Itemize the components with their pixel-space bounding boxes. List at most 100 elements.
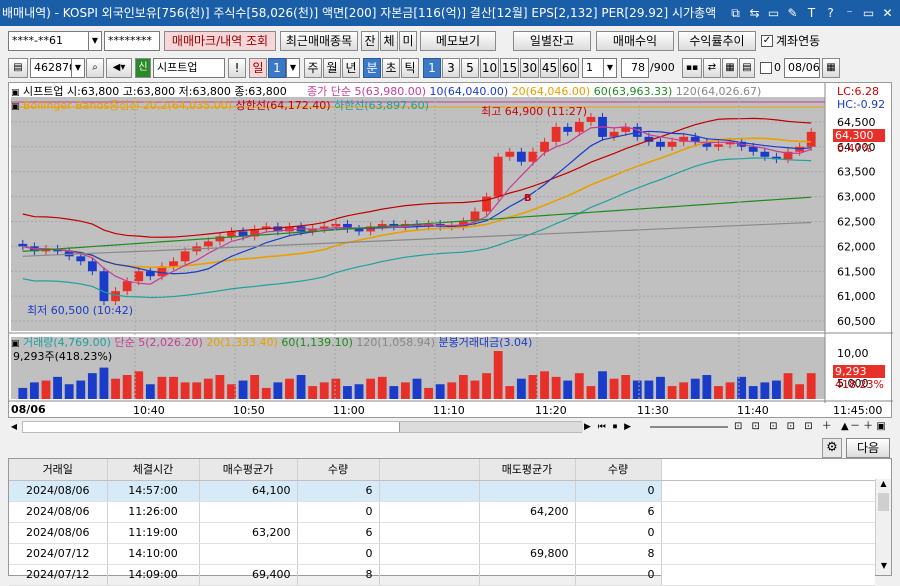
account-link-label: 계좌연동 [776, 34, 821, 48]
chart-settings-icon[interactable]: ▣ [11, 88, 20, 98]
minute-1-button[interactable]: 1 [423, 58, 441, 78]
chart-area[interactable]: 64,500 64,000 63,500 63,000 62,500 62,000 61,5… [8, 82, 893, 419]
minute-45-button[interactable]: 45 [540, 58, 559, 78]
table-cell [379, 543, 480, 565]
memo-button[interactable]: 메모보기 [420, 31, 496, 51]
settings-gear-icon[interactable]: ⚙ [822, 438, 842, 458]
x-tick-label: 11:00 [333, 404, 365, 417]
volume-bar [435, 384, 445, 399]
col-exec-time[interactable]: 체결시간 [107, 459, 200, 481]
col-sell-qty[interactable]: 수량 [575, 459, 662, 481]
candle-body [87, 261, 97, 272]
stock-code-dropdown-icon[interactable]: ▼ [71, 58, 85, 78]
period-month-button[interactable]: 월 [323, 58, 341, 78]
volume-bar [667, 386, 677, 399]
window-minimize-icon[interactable]: ⁻ [841, 0, 858, 26]
grid-scroll-thumb[interactable] [878, 493, 889, 511]
period-second-button[interactable]: 초 [382, 58, 400, 78]
compare-icon[interactable]: ⇄ [703, 58, 721, 78]
account-link-checkbox[interactable]: ✓ [761, 35, 773, 47]
table-row[interactable]: 2024/08/06 14:57:00 64,100 6 0 [9, 480, 875, 502]
col-sell-avg[interactable]: 매도평균가 [479, 459, 576, 481]
period-year-button[interactable]: 년 [342, 58, 360, 78]
ma10-label: 10(64,040.00) [429, 85, 509, 98]
period-tick-button[interactable]: 틱 [401, 58, 419, 78]
date-checkbox[interactable] [760, 62, 772, 74]
period-day-count[interactable]: 1 [268, 58, 286, 78]
scroll-left-icon[interactable]: ◀ [8, 419, 20, 435]
trade-profit-button[interactable]: 매매수익 [596, 31, 674, 51]
zoom-controls[interactable]: ⊡ ⊡ ⊡ ⊡ ⊡ ＋ ▲ [734, 419, 852, 435]
minute-15-button[interactable]: 15 [500, 58, 519, 78]
ma60-label: 60(63,963.33) [593, 85, 673, 98]
col-buy-qty[interactable]: 수량 [297, 459, 380, 481]
period-day-button[interactable]: 일 [249, 58, 267, 78]
zoom-minus-plus[interactable]: － ＋ ▣ [850, 419, 886, 435]
tools-icon[interactable]: ▪▪ [682, 58, 702, 78]
executed-button[interactable]: 체 [380, 31, 398, 51]
unfilled-button[interactable]: 미 [399, 31, 417, 51]
minute-3-button[interactable]: 3 [442, 58, 460, 78]
table-cell-filler [661, 501, 875, 523]
return-trend-button[interactable]: 수익률추이 [678, 31, 756, 51]
window-help-icon[interactable]: ? [822, 0, 839, 26]
next-button[interactable]: 다음 [846, 438, 890, 458]
table-cell: 11:26:00 [107, 501, 200, 523]
account-input[interactable]: ****-**61 [8, 31, 98, 51]
window-close-icon[interactable]: ✕ [879, 0, 896, 26]
table-row[interactable]: 2024/08/06 11:19:00 63,200 6 0 [9, 522, 875, 544]
grid-icon[interactable]: ▤ [739, 58, 755, 78]
save-icon[interactable]: ▦ [722, 58, 738, 78]
calendar-icon[interactable]: ▦ [822, 58, 840, 78]
trade-mark-button[interactable]: 매매마크/내역 조회 [164, 31, 276, 51]
interval-input[interactable]: 1 [582, 58, 604, 78]
grid-scroll-up-icon[interactable]: ▲ [876, 479, 891, 493]
price-chart-svg[interactable]: 64,50064,00063,50063,00062,50062,00061,5… [9, 83, 893, 419]
count-input[interactable]: 78 [621, 58, 649, 78]
minute-10-button[interactable]: 10 [480, 58, 499, 78]
volume-bar [87, 373, 97, 399]
window-font-icon[interactable]: T [803, 0, 820, 26]
chart-settings-icon-2[interactable]: ▣ [11, 102, 20, 112]
chart-scrollbar[interactable] [22, 421, 583, 433]
vol-label: 거래량(4,769.00) [23, 336, 111, 349]
password-input[interactable]: ******** [104, 31, 160, 51]
window-tile-icon[interactable]: ⧉ [727, 0, 744, 26]
period-week-button[interactable]: 주 [304, 58, 322, 78]
table-row[interactable]: 2024/07/12 14:10:00 0 69,800 8 [9, 543, 875, 565]
col-buy-avg[interactable]: 매수평균가 [199, 459, 298, 481]
minute-5-button[interactable]: 5 [461, 58, 479, 78]
speaker-icon[interactable]: ◀▾ [106, 58, 132, 78]
speed-slider[interactable] [650, 426, 728, 428]
alert-icon[interactable]: ! [228, 58, 246, 78]
window-maximize-icon[interactable]: ▭ [860, 0, 877, 26]
col-trade-date[interactable]: 거래일 [9, 459, 108, 481]
account-dropdown-icon[interactable]: ▼ [88, 31, 102, 51]
playback-controls[interactable]: ▶ ⏮ ⏹ ▶ [584, 419, 633, 435]
daily-balance-button[interactable]: 일별잔고 [513, 31, 591, 51]
candle-body [99, 271, 109, 302]
chart-scrollbar-thumb[interactable] [399, 422, 583, 432]
grid-scrollbar[interactable]: ▲ ▼ [875, 479, 891, 575]
stock-name-field: 시프트업 [153, 58, 225, 78]
stock-code-input[interactable]: 462870 [30, 58, 72, 78]
balance-button[interactable]: 잔 [361, 31, 379, 51]
window-pin-icon[interactable]: ✎ [784, 0, 801, 26]
search-icon[interactable]: ⌕ [86, 58, 104, 78]
interval-dropdown-icon[interactable]: ▼ [603, 58, 617, 78]
minute-60-button[interactable]: 60 [560, 58, 579, 78]
window-layout-icon[interactable]: ▭ [765, 0, 782, 26]
period-dropdown-icon[interactable]: ▼ [286, 58, 300, 78]
chart-settings-icon-3[interactable]: ▣ [11, 339, 20, 349]
layout-icon[interactable]: ▤ [8, 58, 28, 78]
period-minute-button[interactable]: 분 [363, 58, 381, 78]
table-cell-filler [661, 480, 875, 502]
window-link-icon[interactable]: ⇆ [746, 0, 763, 26]
candle-body [134, 271, 144, 282]
minute-30-button[interactable]: 30 [520, 58, 539, 78]
table-cell-filler [661, 522, 875, 544]
date-input[interactable]: 08/06 [784, 58, 820, 78]
grid-scroll-down-icon[interactable]: ▼ [876, 561, 892, 575]
table-row[interactable]: 2024/08/06 11:26:00 0 64,200 6 [9, 501, 875, 523]
recent-trades-button[interactable]: 최근매매종목 [280, 31, 358, 51]
